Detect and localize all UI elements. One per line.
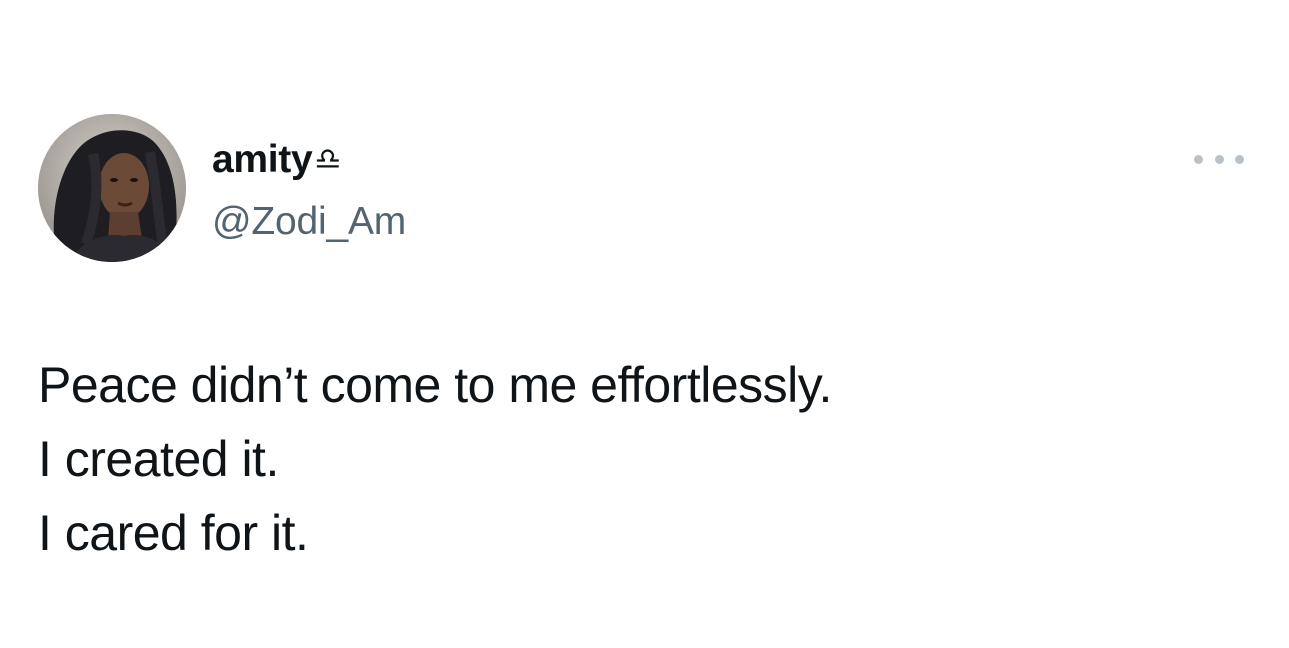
more-horizontal-icon <box>1235 154 1244 164</box>
tweet-card: amity ♎ @Zodi_Am Peace didn’t come to me… <box>0 0 1289 648</box>
profile-photo-icon <box>38 114 186 262</box>
avatar[interactable] <box>38 114 186 262</box>
libra-icon: ♎ <box>314 143 342 176</box>
display-name-row[interactable]: amity ♎ <box>212 137 406 183</box>
more-horizontal-icon <box>1194 154 1203 164</box>
display-name[interactable]: amity <box>212 137 313 183</box>
tweet-text: Peace didn’t come to me effortlessly. I … <box>38 348 1238 570</box>
user-info: amity ♎ @Zodi_Am <box>212 137 406 245</box>
tweet-text-line: I created it. <box>38 431 279 487</box>
more-options-button[interactable] <box>1194 146 1244 172</box>
tweet-text-line: Peace didn’t come to me effortlessly. <box>38 357 832 413</box>
more-horizontal-icon <box>1214 154 1224 164</box>
tweet-text-line: I cared for it. <box>38 505 309 561</box>
user-handle[interactable]: @Zodi_Am <box>212 199 406 245</box>
